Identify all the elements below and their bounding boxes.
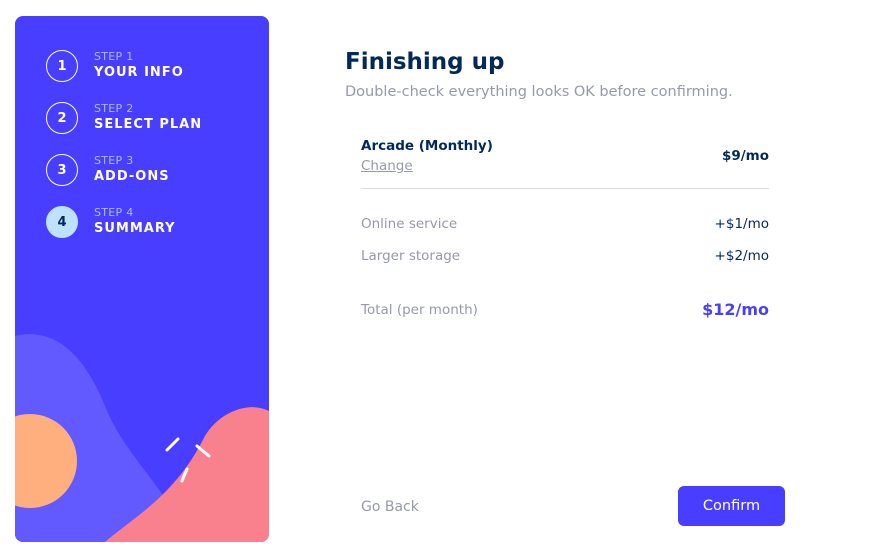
step-title: SUMMARY (94, 221, 176, 236)
order-summary: Arcade (Monthly) Change $9/mo Online ser… (345, 120, 785, 342)
step-number: 2 (46, 102, 78, 134)
steps-sidebar: 1 STEP 1 YOUR INFO 2 STEP 2 SELECT PLAN … (15, 16, 269, 542)
sidebar-background-art (15, 334, 269, 542)
step-caption: STEP 2 (94, 102, 134, 115)
change-plan-link[interactable]: Change (361, 158, 413, 174)
page-subtitle: Double-check everything looks OK before … (345, 84, 733, 100)
step-number: 3 (46, 154, 78, 186)
step-2[interactable]: 2 STEP 2 SELECT PLAN (46, 101, 202, 135)
page-title: Finishing up (345, 49, 505, 75)
step-title: ADD-ONS (94, 169, 170, 184)
addon-price: +$2/mo (714, 248, 769, 264)
divider (361, 188, 769, 189)
step-1[interactable]: 1 STEP 1 YOUR INFO (46, 49, 184, 83)
plan-price: $9/mo (721, 148, 769, 164)
form-card: 1 STEP 1 YOUR INFO 2 STEP 2 SELECT PLAN … (0, 0, 877, 558)
confirm-button[interactable]: Confirm (678, 486, 785, 526)
step-4[interactable]: 4 STEP 4 SUMMARY (46, 205, 176, 239)
step-number: 4 (46, 206, 78, 238)
step-title: SELECT PLAN (94, 117, 203, 132)
step-3[interactable]: 3 STEP 3 ADD-ONS (46, 153, 170, 187)
addon-name: Online service (361, 216, 458, 232)
addon-price: +$1/mo (714, 216, 769, 232)
step-title: YOUR INFO (94, 65, 184, 80)
main-content: Finishing up Double-check everything loo… (345, 0, 785, 558)
plan-name: Arcade (Monthly) (361, 138, 493, 154)
addon-row: Online service +$1/mo (361, 216, 769, 236)
addon-name: Larger storage (361, 248, 461, 264)
go-back-button[interactable]: Go Back (361, 499, 419, 515)
total-label: Total (per month) (361, 302, 478, 318)
addon-row: Larger storage +$2/mo (361, 248, 769, 268)
step-caption: STEP 4 (94, 206, 134, 219)
total-price: $12/mo (702, 300, 769, 319)
step-caption: STEP 1 (94, 50, 134, 63)
step-caption: STEP 3 (94, 154, 134, 167)
step-number: 1 (46, 50, 78, 82)
